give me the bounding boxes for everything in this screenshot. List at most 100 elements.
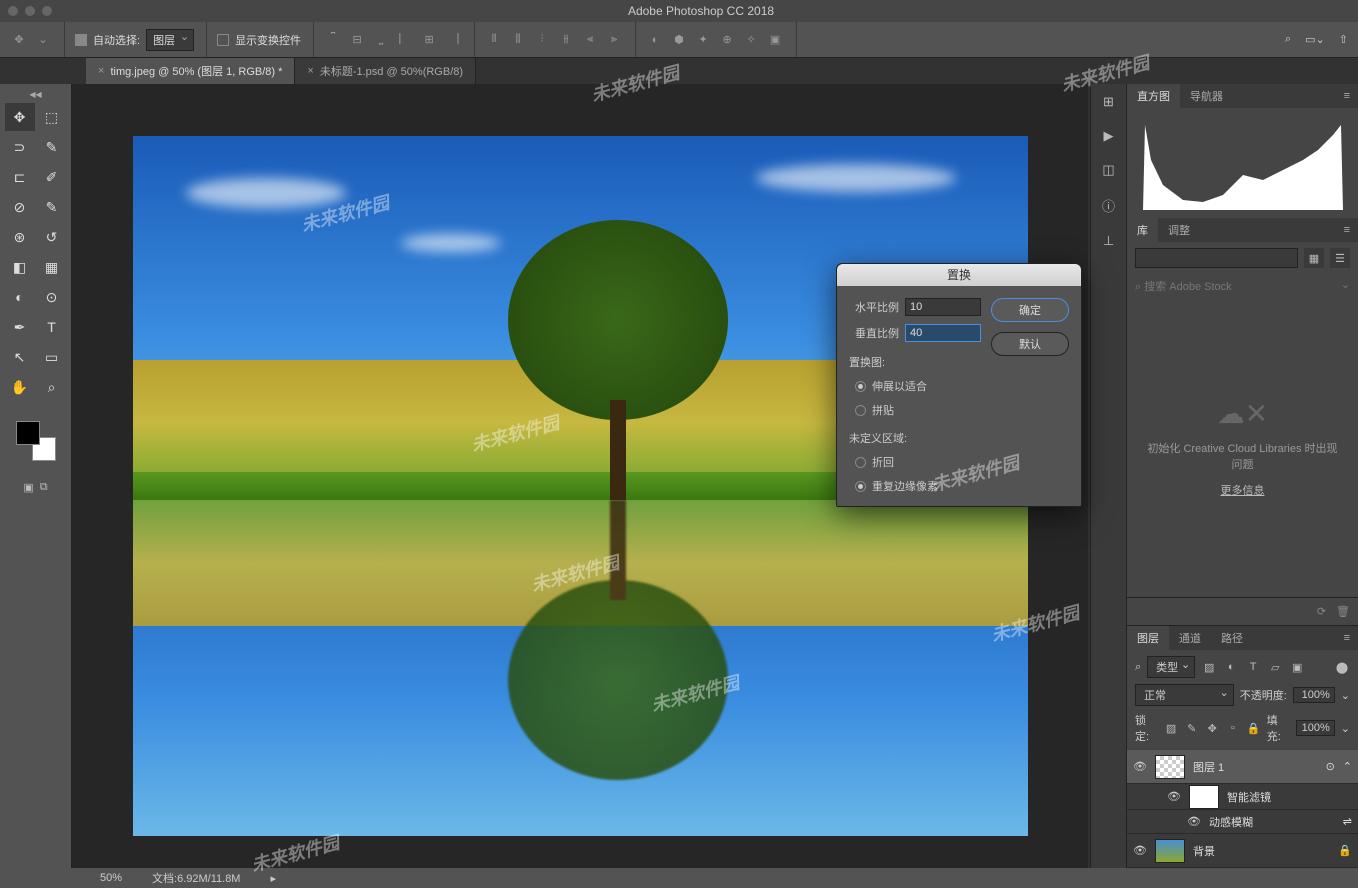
lasso-tool[interactable]: ⊃ (5, 133, 35, 161)
visibility-icon[interactable]: 👁 (1133, 844, 1147, 857)
document-tab-1[interactable]: ×timg.jpeg @ 50% (图层 1, RGB/8) * (86, 58, 295, 84)
sync-icon[interactable]: ⟳ (1317, 605, 1326, 618)
tab-paths[interactable]: 路径 (1211, 626, 1253, 650)
distribute-icon2[interactable]: ⫵ (557, 31, 575, 49)
tab-adjustments[interactable]: 调整 (1158, 218, 1200, 242)
color-icon[interactable]: ◫ (1102, 162, 1114, 178)
close-icon[interactable]: × (307, 65, 313, 77)
quick-select-tool[interactable]: ✎ (37, 133, 67, 161)
quick-mask-icon[interactable]: ▣ (23, 481, 33, 494)
move-tool[interactable]: ✥ (5, 103, 35, 131)
3d-scale-icon[interactable]: ⊕ (718, 31, 736, 49)
radio-stretch[interactable]: 伸展以适合 (849, 378, 981, 394)
show-transform-checkbox[interactable] (217, 34, 229, 46)
pen-tool[interactable]: ✒ (5, 313, 35, 341)
distribute-icon4[interactable]: ⫸ (605, 31, 623, 49)
layer-thumb[interactable] (1189, 785, 1219, 809)
properties-icon[interactable]: ⊞ (1103, 94, 1114, 110)
fill-input[interactable]: 100% (1296, 720, 1335, 736)
grid-view-icon[interactable]: ▦ (1304, 248, 1324, 268)
fg-color[interactable] (16, 421, 40, 445)
chevron-icon[interactable]: ⌃ (1343, 760, 1352, 773)
align-right-icon[interactable]: ⎹ (444, 31, 462, 49)
screen-mode-icon[interactable]: ⧉ (40, 481, 48, 494)
gradient-tool[interactable]: ▦ (37, 253, 67, 281)
stamp-icon[interactable]: ⊥ (1103, 233, 1114, 249)
filter-toggle[interactable]: ⬤ (1334, 661, 1350, 674)
path-select-tool[interactable]: ↖ (5, 343, 35, 371)
filter-shape-icon[interactable]: ▱ (1267, 661, 1283, 674)
visibility-icon[interactable]: 👁 (1133, 760, 1147, 773)
search-icon[interactable]: ⌕ (1285, 33, 1291, 46)
tab-library[interactable]: 库 (1127, 218, 1158, 242)
lock-all-icon[interactable]: 🔒 (1246, 722, 1261, 735)
tab-layers[interactable]: 图层 (1127, 626, 1169, 650)
chevron-down-icon[interactable]: ⌄ (1341, 722, 1350, 735)
panel-menu-icon[interactable]: ≡ (1336, 632, 1358, 644)
list-view-icon[interactable]: ☰ (1330, 248, 1350, 268)
layer-thumb[interactable] (1155, 839, 1185, 863)
move-tool-icon[interactable]: ✥ (10, 31, 28, 49)
auto-select-dropdown[interactable]: 图层 (146, 29, 194, 51)
doc-info[interactable]: 文档:6.92M/11.8M (152, 870, 240, 886)
panel-menu-icon[interactable]: ≡ (1336, 90, 1358, 102)
eyedropper-tool[interactable]: ✐ (37, 163, 67, 191)
dropdown-icon[interactable]: ⌄ (34, 31, 52, 49)
opacity-input[interactable]: 100% (1293, 687, 1335, 703)
lock-move-icon[interactable]: ✥ (1205, 722, 1220, 735)
marquee-tool[interactable]: ⬚ (37, 103, 67, 131)
layer-name[interactable]: 背景 (1193, 843, 1330, 859)
cclib-more-link[interactable]: 更多信息 (1221, 482, 1265, 498)
layer-name[interactable]: 动感模糊 (1209, 814, 1335, 830)
tab-histogram[interactable]: 直方图 (1127, 84, 1180, 108)
chevron-down-icon[interactable]: ⌄ (1341, 689, 1350, 702)
layer-row[interactable]: 👁 图层 1 ⊙ ⌃ (1127, 750, 1358, 784)
visibility-icon[interactable]: 👁 (1167, 790, 1181, 803)
spot-heal-tool[interactable]: ⊘ (5, 193, 35, 221)
panel-menu-icon[interactable]: ≡ (1336, 224, 1358, 236)
color-swatches[interactable] (16, 421, 56, 461)
type-tool[interactable]: T (37, 313, 67, 341)
3d-icon[interactable]: ⬢ (670, 31, 688, 49)
radio-repeat[interactable]: 重复边缘像素 (849, 478, 981, 494)
align-hcenter-icon[interactable]: ⊞ (420, 31, 438, 49)
chevron-right-icon[interactable]: ▸ (270, 872, 276, 885)
zoom-level[interactable]: 50% (100, 872, 122, 884)
stamp-tool[interactable]: ⊛ (5, 223, 35, 251)
tab-navigator[interactable]: 导航器 (1180, 84, 1233, 108)
distribute-h-icon[interactable]: ⫼ (509, 31, 527, 49)
filter-settings-icon[interactable]: ⇌ (1343, 815, 1352, 828)
align-vcenter-icon[interactable]: ⊟ (348, 31, 366, 49)
filter-type-dropdown[interactable]: 类型 (1147, 656, 1195, 678)
distribute-icon3[interactable]: ⫷ (581, 31, 599, 49)
v-ratio-input[interactable]: 40 (905, 324, 981, 342)
layer-row[interactable]: 👁 智能滤镜 (1127, 784, 1358, 810)
auto-select-checkbox[interactable] (75, 34, 87, 46)
layer-thumb[interactable] (1155, 755, 1185, 779)
layer-name[interactable]: 图层 1 (1193, 759, 1318, 775)
window-controls[interactable] (8, 6, 52, 16)
layer-name[interactable]: 智能滤镜 (1227, 789, 1352, 805)
align-left-icon[interactable]: ⎸ (396, 31, 414, 49)
filter-adjust-icon[interactable]: ◐ (1223, 661, 1239, 673)
align-bottom-icon[interactable]: ⎵ (372, 31, 390, 49)
layer-row[interactable]: 👁 背景 🔒 (1127, 834, 1358, 868)
history-brush-tool[interactable]: ↺ (37, 223, 67, 251)
collapse-icon[interactable]: ◀◀ (29, 90, 41, 99)
eraser-tool[interactable]: ◧ (5, 253, 35, 281)
crop-tool[interactable]: ⊏ (5, 163, 35, 191)
close-icon[interactable]: × (98, 65, 104, 77)
filter-smart-icon[interactable]: ▣ (1289, 661, 1305, 674)
3d-rotate-icon[interactable]: ✧ (742, 31, 760, 49)
dodge-tool[interactable]: ⊙ (37, 283, 67, 311)
workspace-icon[interactable]: ▭⌄ (1305, 33, 1325, 46)
stock-search[interactable]: ⌕ 搜索 Adobe Stock (1135, 278, 1232, 294)
layer-row[interactable]: 👁 动感模糊 ⇌ (1127, 810, 1358, 834)
3d-axis-icon[interactable]: ✦ (694, 31, 712, 49)
lock-transparency-icon[interactable]: ▨ (1164, 722, 1179, 735)
ok-button[interactable]: 确定 (991, 298, 1069, 322)
radio-wrap[interactable]: 折回 (849, 454, 981, 470)
zoom-tool[interactable]: ⌕ (37, 373, 67, 401)
tab-channels[interactable]: 通道 (1169, 626, 1211, 650)
hand-tool[interactable]: ✋ (5, 373, 35, 401)
